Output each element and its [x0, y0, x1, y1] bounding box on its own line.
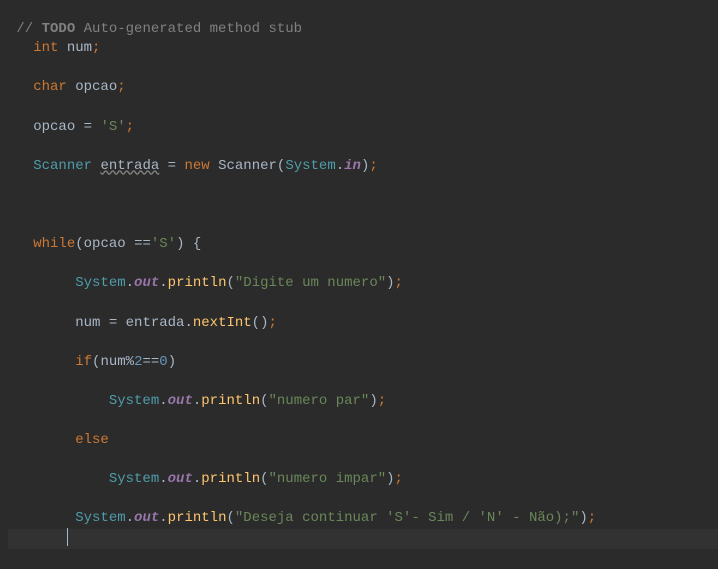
- code-line: if(num%2==0): [8, 354, 176, 370]
- field-out: out: [168, 471, 193, 487]
- code-line: int num;: [8, 40, 100, 56]
- code-line: Scanner entrada = new Scanner(System.in)…: [8, 158, 378, 174]
- class-system: System: [109, 393, 159, 409]
- keyword-char: char: [33, 79, 67, 95]
- code-line: [8, 60, 33, 76]
- code-line: [8, 412, 67, 428]
- cursor-line[interactable]: [8, 529, 718, 549]
- keyword-new: new: [184, 158, 209, 174]
- string-literal: "Digite um numero": [235, 275, 386, 291]
- string-literal: "numero impar": [269, 471, 387, 487]
- code-line: [8, 99, 33, 115]
- code-line: [8, 217, 33, 233]
- class-system: System: [285, 158, 335, 174]
- code-line: System.out.println("numero impar");: [8, 471, 403, 487]
- code-line: [8, 373, 67, 389]
- keyword-if: if: [75, 354, 92, 370]
- method-println: println: [168, 275, 227, 291]
- code-line: [8, 256, 67, 272]
- code-line: System.out.println("Digite um numero");: [8, 275, 403, 291]
- method-println: println: [201, 393, 260, 409]
- keyword-while: while: [33, 236, 75, 252]
- code-line: [8, 138, 33, 154]
- field-out: out: [134, 275, 159, 291]
- text-cursor: [67, 528, 68, 546]
- code-line: num = entrada.nextInt();: [8, 315, 277, 331]
- method-nextint: nextInt: [193, 315, 252, 331]
- code-line: while(opcao =='S') {: [8, 236, 201, 252]
- code-line: System.out.println("numero par");: [8, 393, 386, 409]
- code-line: else: [8, 432, 109, 448]
- comment: // TODO Auto-generated method stub: [16, 21, 302, 37]
- code-line: [8, 334, 67, 350]
- code-line: [8, 295, 67, 311]
- keyword-int: int: [33, 40, 58, 56]
- code-line: [8, 491, 67, 507]
- class-system: System: [75, 275, 125, 291]
- class-scanner: Scanner: [33, 158, 100, 174]
- field-in: in: [344, 158, 361, 174]
- string-literal: "Deseja continuar 'S'- Sim / 'N' - Não);…: [235, 510, 579, 526]
- class-system: System: [109, 471, 159, 487]
- variable-entrada: entrada: [100, 158, 159, 174]
- field-out: out: [168, 393, 193, 409]
- class-system: System: [75, 510, 125, 526]
- code-line: char opcao;: [8, 79, 126, 95]
- code-line: System.out.println("Deseja continuar 'S'…: [8, 510, 596, 526]
- code-editor[interactable]: // TODO Auto-generated method stub int n…: [0, 0, 718, 569]
- method-println: println: [201, 471, 260, 487]
- code-line: // TODO Auto-generated method stub: [8, 21, 302, 37]
- method-println: println: [168, 510, 227, 526]
- code-line: [8, 197, 33, 213]
- string-literal: "numero par": [269, 393, 370, 409]
- code-line: [8, 452, 67, 468]
- keyword-else: else: [75, 432, 109, 448]
- field-out: out: [134, 510, 159, 526]
- code-line: opcao = 'S';: [8, 119, 134, 135]
- code-line: [8, 177, 33, 193]
